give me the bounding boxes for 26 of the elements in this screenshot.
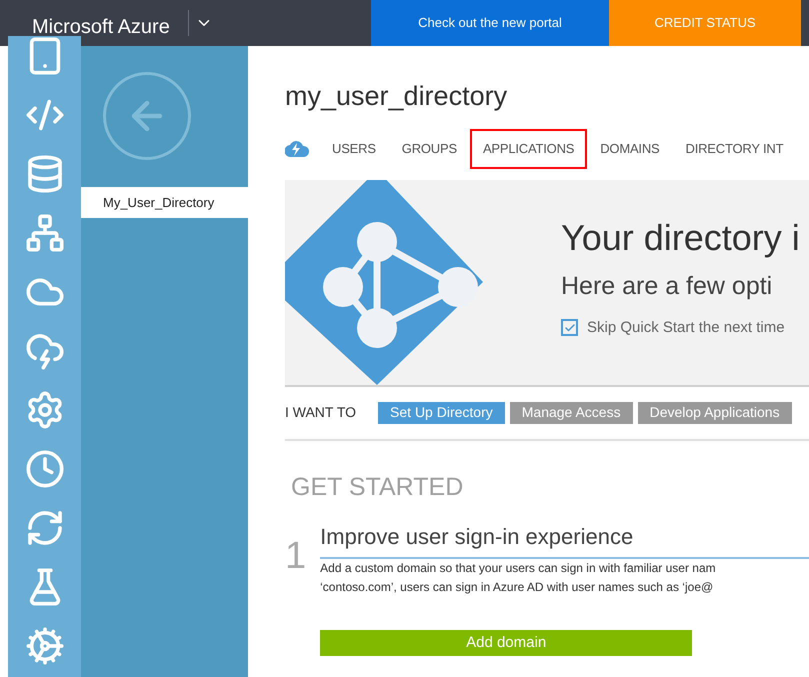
tab[interactable]: DOMAINS	[587, 128, 673, 168]
nav-item[interactable]: My_User_Directory	[81, 187, 248, 218]
page-title: my_user_directory	[285, 80, 508, 113]
step-description: Add a custom domain so that your users can sign in with familiar user nam	[320, 560, 717, 577]
tab[interactable]: DIRECTORY INT	[672, 128, 796, 168]
skip-label: Skip Quick Start the next time	[587, 318, 785, 338]
step-description: ‘contoso.com’, users can sign in Azure AD with user names such as ‘joe@	[320, 579, 714, 596]
cog-icon[interactable]	[24, 626, 64, 666]
back-button[interactable]	[103, 72, 191, 160]
i-want-to-label: I WANT TO	[285, 403, 356, 422]
banner-subheading: Here are a few opti	[561, 274, 774, 298]
banner-heading: Your directory i	[561, 220, 800, 256]
step-number: 1	[285, 534, 306, 579]
step-title: Improve user sign-in experience	[320, 520, 809, 559]
cloud-lightning-icon	[285, 140, 309, 156]
cloud-lightning-icon[interactable]	[24, 331, 64, 371]
check-icon	[564, 322, 576, 334]
section-heading: GET STARTED	[291, 472, 464, 502]
skip-checkbox[interactable]	[561, 319, 578, 336]
promo-button[interactable]: Check out the new portal	[371, 0, 609, 46]
tab[interactable]: APPLICATIONS	[470, 128, 588, 168]
clock-icon[interactable]	[24, 449, 64, 489]
tab[interactable]: USERS	[319, 128, 389, 168]
tab[interactable]: GROUPS	[388, 128, 470, 168]
app-title: Microsoft Azure	[32, 15, 171, 40]
network-icon[interactable]	[24, 213, 64, 253]
